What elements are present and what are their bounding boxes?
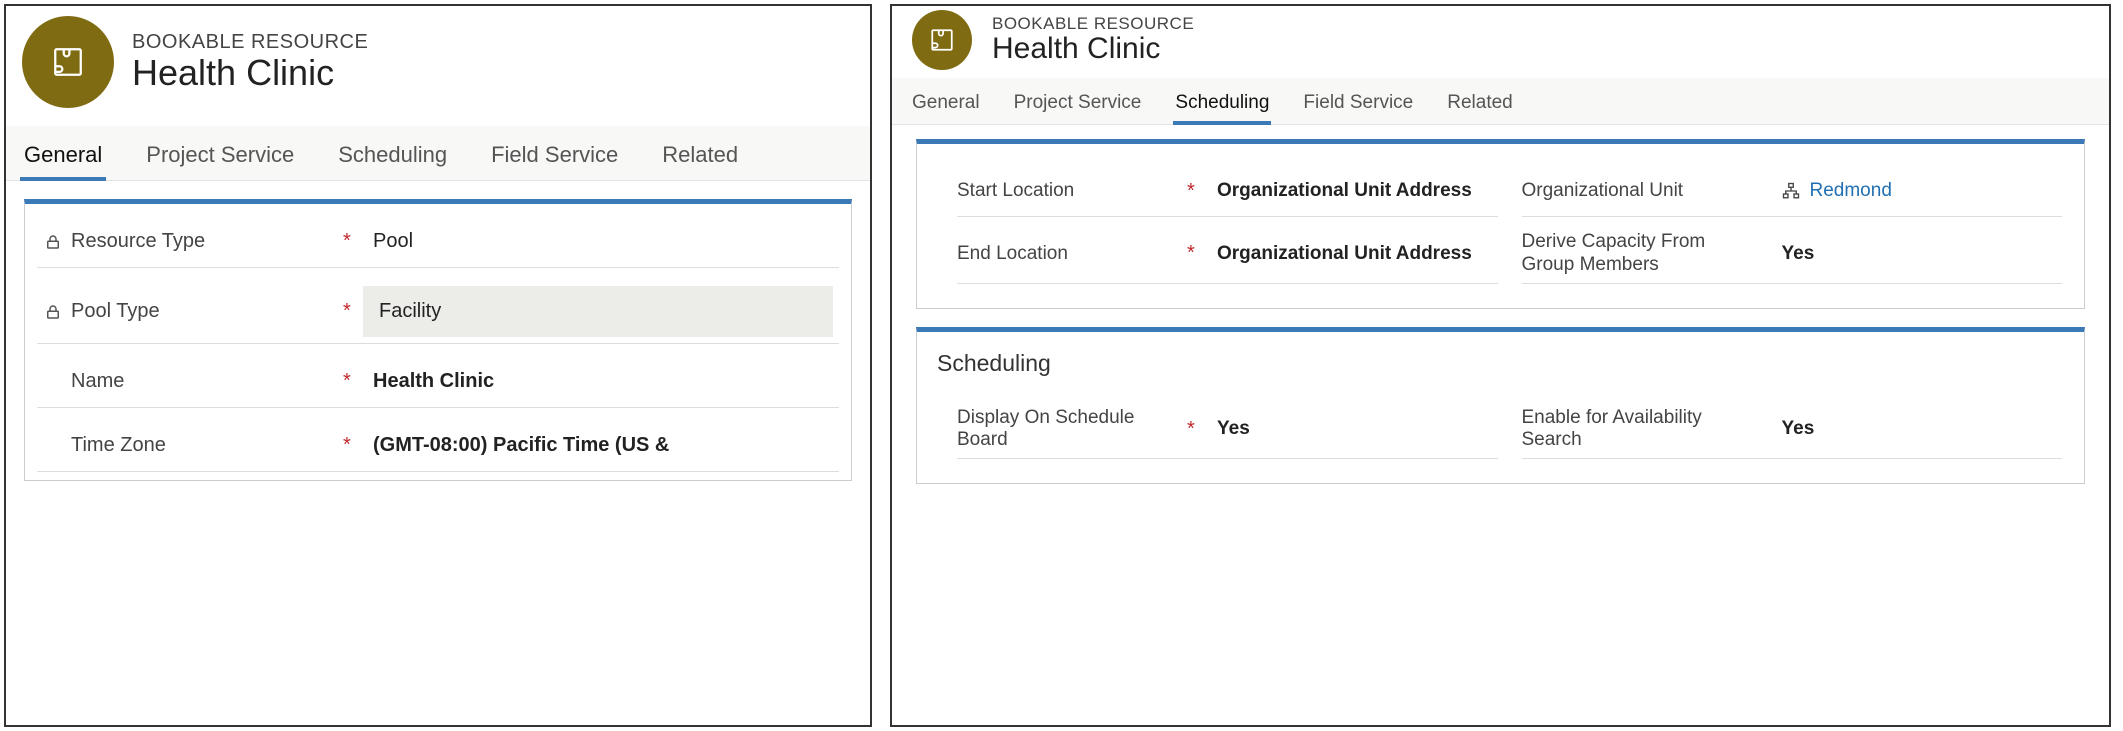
tab-field-service[interactable]: Field Service [1301, 78, 1415, 124]
puzzle-icon [51, 45, 85, 79]
tab-scheduling[interactable]: Scheduling [334, 126, 451, 180]
required-marker: * [1187, 242, 1207, 265]
field-value[interactable]: Yes [1207, 410, 1498, 448]
header-text: BOOKABLE RESOURCE Health Clinic [132, 31, 368, 94]
field-display-on-board: Display On Schedule Board * Yes [957, 393, 1498, 460]
tab-scheduling[interactable]: Scheduling [1173, 78, 1271, 124]
field-label: Time Zone [71, 434, 166, 457]
lock-icon [43, 303, 63, 321]
field-label: Organizational Unit [1522, 180, 1684, 202]
field-value[interactable]: Yes [1772, 410, 2063, 448]
field-start-location: Start Location * Organizational Unit Add… [957, 158, 1498, 217]
record-header: BOOKABLE RESOURCE Health Clinic [6, 6, 870, 112]
field-label: Resource Type [71, 230, 205, 253]
org-tree-icon [1782, 182, 1800, 200]
form-card-general: Resource Type * Pool Pool Type * Facilit… [24, 199, 852, 481]
field-label: End Location [957, 243, 1068, 265]
entity-type-label: BOOKABLE RESOURCE [132, 31, 368, 54]
field-name: Name * Health Clinic [37, 344, 839, 408]
required-marker: * [1187, 418, 1207, 441]
field-time-zone: Time Zone * (GMT-08:00) Pacific Time (US… [37, 408, 839, 472]
tab-general[interactable]: General [910, 78, 982, 124]
required-marker: * [343, 300, 363, 323]
field-org-unit: Organizational Unit * Redmond [1522, 158, 2063, 217]
entity-type-label: BOOKABLE RESOURCE [992, 14, 1194, 34]
lock-icon [43, 233, 63, 251]
field-value[interactable]: Organizational Unit Address [1207, 235, 1498, 273]
tab-project-service[interactable]: Project Service [142, 126, 298, 180]
field-enable-availability: Enable for Availability Search * Yes [1522, 393, 2063, 460]
section-title: Scheduling [929, 340, 2072, 387]
field-label: Display On Schedule Board [957, 407, 1187, 453]
record-title: Health Clinic [992, 32, 1194, 66]
field-label: Enable for Availability Search [1522, 407, 1752, 453]
field-value[interactable]: (GMT-08:00) Pacific Time (US & [363, 426, 833, 465]
tab-related[interactable]: Related [1445, 78, 1515, 124]
field-value[interactable]: Facility [363, 286, 833, 337]
tab-bar: General Project Service Scheduling Field… [6, 126, 870, 181]
record-title: Health Clinic [132, 52, 368, 94]
field-derive-capacity: Derive Capacity From Group Members * Yes [1522, 217, 2063, 284]
field-value[interactable]: Yes [1772, 235, 2063, 273]
field-label: Start Location [957, 180, 1074, 202]
puzzle-icon [929, 27, 955, 53]
field-label: Pool Type [71, 300, 160, 323]
field-value[interactable]: Pool [363, 222, 833, 261]
tab-project-service[interactable]: Project Service [1012, 78, 1144, 124]
field-pool-type: Pool Type * Facility [37, 268, 839, 344]
required-marker: * [343, 230, 363, 253]
tab-related[interactable]: Related [658, 126, 742, 180]
field-resource-type: Resource Type * Pool [37, 204, 839, 268]
panel-scheduling: BOOKABLE RESOURCE Health Clinic General … [890, 4, 2111, 727]
form-card-scheduling: Scheduling Display On Schedule Board * Y… [916, 327, 2085, 485]
panel-general: BOOKABLE RESOURCE Health Clinic General … [4, 4, 872, 727]
field-value-lookup[interactable]: Redmond [1772, 172, 2063, 210]
entity-avatar [22, 16, 114, 108]
tab-general[interactable]: General [20, 126, 106, 180]
field-value[interactable]: Organizational Unit Address [1207, 172, 1498, 210]
lookup-text: Redmond [1810, 180, 1892, 202]
header-text: BOOKABLE RESOURCE Health Clinic [992, 14, 1194, 66]
field-label: Name [71, 370, 124, 393]
form-card-location: Start Location * Organizational Unit Add… [916, 139, 2085, 309]
tab-bar: General Project Service Scheduling Field… [892, 78, 2109, 125]
tab-field-service[interactable]: Field Service [487, 126, 622, 180]
field-label: Derive Capacity From Group Members [1522, 231, 1752, 277]
required-marker: * [343, 370, 363, 393]
field-end-location: End Location * Organizational Unit Addre… [957, 217, 1498, 284]
field-value[interactable]: Health Clinic [363, 362, 833, 401]
required-marker: * [1187, 180, 1207, 203]
record-header: BOOKABLE RESOURCE Health Clinic [892, 6, 2109, 72]
entity-avatar [912, 10, 972, 70]
required-marker: * [343, 434, 363, 457]
